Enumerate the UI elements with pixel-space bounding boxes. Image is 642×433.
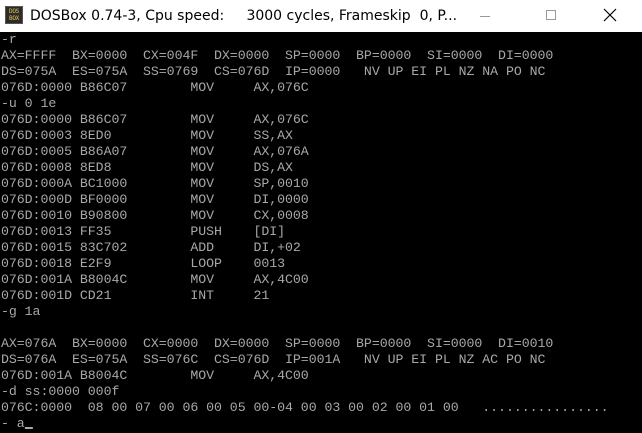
console-line: 076C:0000 08 00 07 00 06 00 05 00-04 00 … [1,400,609,415]
console-line: 076D:0013 FF35 PUSH [DI] [1,224,286,239]
console-line: 076D:0003 8ED0 MOV SS,AX [1,128,293,143]
maximize-icon[interactable] [546,10,556,20]
console-line: -r [1,32,17,47]
minimize-icon[interactable] [480,16,490,17]
console-line: DS=075A ES=075A SS=0769 CS=076D IP=0000 … [1,64,546,79]
console-line: 076D:000D BF0000 MOV DI,0000 [1,192,309,207]
console-line: 076D:000A BC1000 MOV SP,0010 [1,176,309,191]
console-line: 076D:0015 83C702 ADD DI,+02 [1,240,301,255]
console-line: -d ss:0000 000f [1,384,120,399]
console-line: 076D:001A B8004C MOV AX,4C00 [1,272,309,287]
console-line: 076D:0005 B86A07 MOV AX,076A [1,144,309,159]
console-line: AX=FFFF BX=0000 CX=004F DX=0000 SP=0000 … [1,48,554,63]
close-icon[interactable] [602,7,618,23]
console-line: 076D:0010 B90800 MOV CX,0008 [1,208,309,223]
console-line: AX=076A BX=0000 CX=0000 DX=0000 SP=0000 … [1,336,554,351]
console-line: 076D:0008 8ED8 MOV DS,AX [1,160,293,175]
icon-text-top: DOS [9,8,19,15]
console-output: -r AX=FFFF BX=0000 CX=004F DX=0000 SP=000… [1,32,642,416]
console-line: 076D:0000 B86C07 MOV AX,076C [1,80,309,95]
console-line: 076D:001A B8004C MOV AX,4C00 [1,368,309,383]
title-bar[interactable]: DOS BOX DOSBox 0.74-3, Cpu speed: 3000 c… [0,0,642,32]
console-line: -g 1a [1,304,41,319]
window-title: DOSBox 0.74-3, Cpu speed: 3000 cycles, F… [30,8,458,24]
icon-text-bottom: BOX [9,15,19,22]
dosbox-icon: DOS BOX [5,6,23,24]
prompt-text: - a [1,416,25,431]
console-line: 076D:0018 E2F9 LOOP 0013 [1,256,286,271]
console-line: 076D:0000 B86C07 MOV AX,076C [1,112,309,127]
dosbox-window: DOS BOX DOSBox 0.74-3, Cpu speed: 3000 c… [0,0,642,433]
console-line: DS=076A ES=075A SS=076C CS=076D IP=001A … [1,352,546,367]
console-line: 076D:001D CD21 INT 21 [1,288,270,303]
console-line: -u 0 1e [1,96,57,111]
text-cursor [24,427,33,429]
dos-console[interactable]: -r AX=FFFF BX=0000 CX=004F DX=0000 SP=000… [0,32,642,433]
command-prompt[interactable]: - a [1,416,639,432]
